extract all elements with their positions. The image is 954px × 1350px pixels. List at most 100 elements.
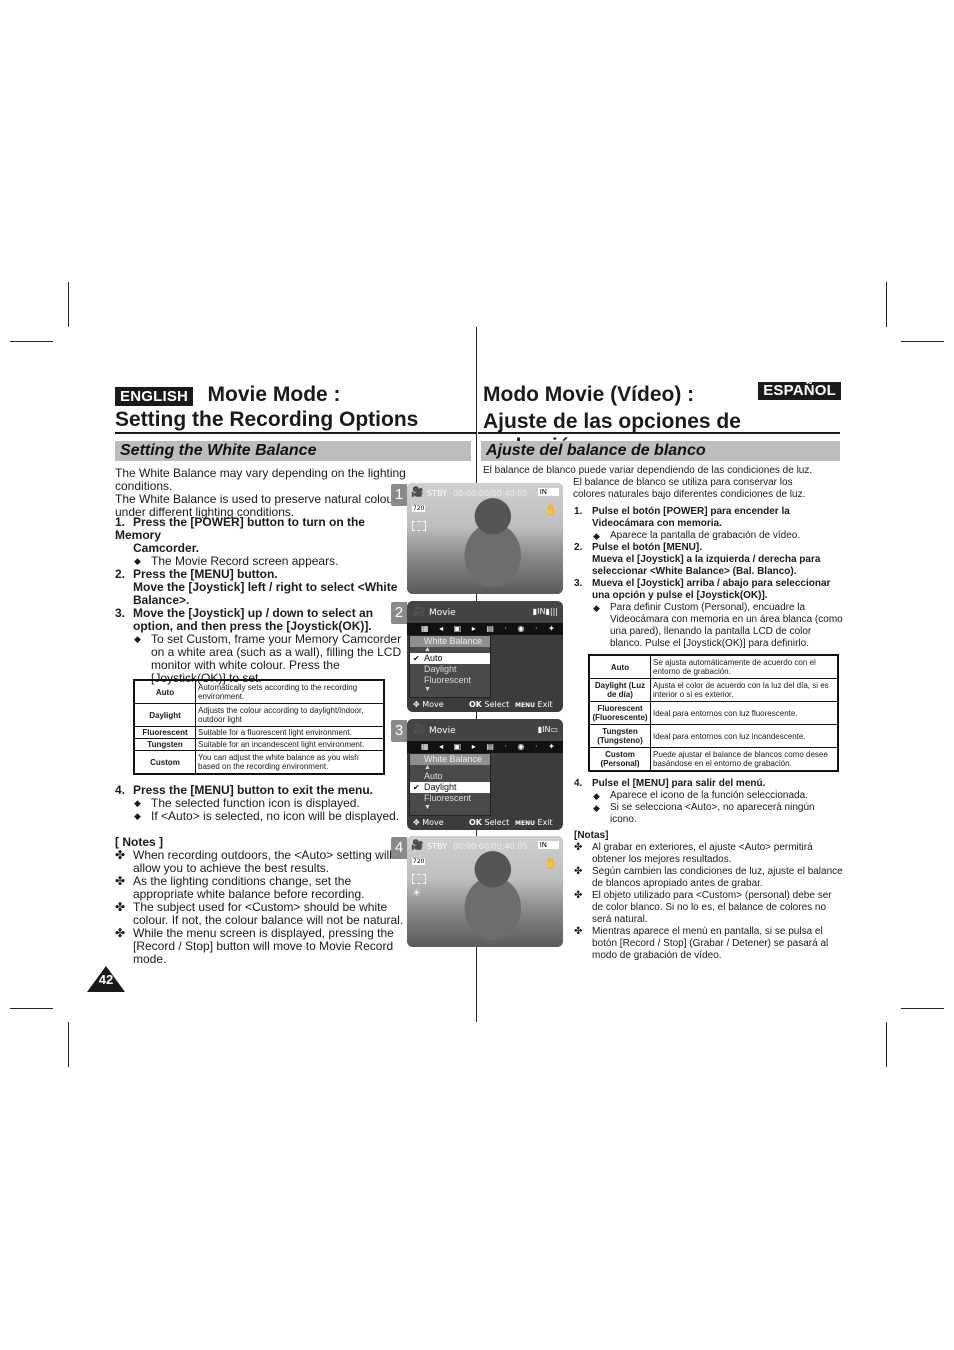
mode-label: Movie — [429, 608, 456, 618]
timecode: 00:00:00/00:40:05 — [453, 842, 528, 851]
menu-item-auto[interactable]: Auto — [410, 653, 490, 664]
step-bullet: Aparece la pantalla de grabación de víde… — [574, 530, 844, 542]
camcorder-icon: 🎥 — [411, 487, 424, 498]
crop-mark — [886, 282, 887, 327]
screen-1-record: 🎥 STBY 00:00:00/00:40:05 IN 720 ✋ — [407, 483, 563, 594]
crop-mark — [886, 1022, 887, 1067]
table-row: Fluorescent Suitable for a fluorescent li… — [133, 726, 385, 739]
spanish-notes: [Notas] Al grabar en exteriores, el ajus… — [574, 830, 844, 962]
note-item: When recording outdoors, the <Auto> sett… — [115, 849, 407, 875]
screen-2-number: 2 — [391, 602, 407, 624]
spanish-language-badge: ESPAÑOL — [758, 382, 841, 400]
note-item: Mientras aparece el menú en pantalla, si… — [574, 926, 844, 962]
english-title-line2: Setting the Recording Options — [115, 408, 419, 431]
status-label: STBY — [427, 842, 447, 851]
hand-shake-icon: ✋ — [544, 505, 557, 516]
menu-item-daylight[interactable]: Daylight — [410, 664, 490, 675]
camera-preview-image — [407, 483, 563, 594]
table-row: Custom (Personal) Puede ajustar el balanc… — [588, 747, 839, 772]
crop-mark — [10, 341, 53, 342]
step-bullet: Para definir Custom (Personal), encuadre… — [574, 602, 844, 650]
camera-preview-image — [407, 836, 563, 947]
step-bullet: To set Custom, frame your Memory Camcord… — [115, 633, 407, 685]
step-1: 1. Press the [POWER] button to turn on th… — [115, 515, 365, 542]
exit-hint: MENU Exit — [515, 818, 553, 827]
english-step-4: 4. Press the [MENU] button to exit the me… — [115, 784, 407, 824]
camcorder-icon: 🎥 — [413, 606, 426, 617]
crop-mark — [10, 1008, 53, 1009]
battery-memory-icon: ▮IN▭ — [537, 725, 558, 734]
scroll-down-icon[interactable]: ▼ — [410, 686, 490, 693]
spanish-white-balance-table: Auto Se ajusta automáticamente de acuerdo… — [588, 654, 839, 772]
crop-mark — [68, 282, 69, 327]
table-row: Daylight Adjusts the colour according to … — [133, 703, 385, 727]
move-hint: ✥ Move — [413, 818, 444, 827]
camcorder-icon: 🎥 — [411, 840, 424, 851]
screen-2-menu: 🎥 Movie ▮IN▮||| ▦ ◂ ▣ ▸ ▤ · ◉ · ✦ · · Wh… — [407, 601, 563, 712]
table-row: Fluorescent (Fluorescente) Ideal para ent… — [588, 701, 839, 725]
menu-header: White Balance — [410, 636, 490, 647]
note-item: Al grabar en exteriores, el ajuste <Auto… — [574, 842, 844, 866]
menu-item-fluorescent[interactable]: Fluorescent — [410, 675, 490, 686]
screen-4-record: 🎥 STBY 00:00:00/00:40:05 IN 720 ☀ ✋ — [407, 836, 563, 947]
english-language-badge: ENGLISH — [115, 387, 194, 406]
step-2: 2. Pulse el botón [MENU]. — [574, 542, 702, 553]
exit-hint: MENU Exit — [515, 700, 553, 709]
720-quality-icon: 720 — [412, 858, 426, 865]
crop-mark — [901, 341, 944, 342]
english-steps: 1. Press the [POWER] button to turn on th… — [115, 516, 407, 685]
step-1: 1. Pulse el botón [POWER] para encender l… — [574, 506, 790, 517]
page-number: 42 — [98, 972, 114, 987]
english-white-balance-table: Auto Automatically sets according to the … — [133, 679, 385, 775]
white-balance-menu: White Balance ▲ Auto Daylight Fluorescen… — [409, 753, 491, 816]
select-hint: OK Select — [469, 700, 510, 709]
table-row: Daylight (Luz de día) Ajusta el color de … — [588, 678, 839, 702]
english-section-title: Setting the White Balance — [115, 441, 471, 461]
note-item: The subject used for <Custom> should be … — [115, 901, 407, 927]
note-item: While the menu screen is displayed, pres… — [115, 927, 407, 966]
english-title-rule — [115, 432, 476, 434]
screen-3-number: 3 — [391, 720, 407, 742]
menu-tab-bar[interactable]: ▦ ◂ ▣ ▸ ▤ · ◉ · ✦ · · — [407, 741, 563, 760]
english-title-line1: Movie Mode : — [207, 383, 341, 406]
step-bullet: Si se selecciona <Auto>, no aparecerá ni… — [574, 802, 844, 826]
spanish-step-4: 4.Pulse el [MENU] para salir del menú. A… — [574, 778, 844, 826]
battery-memory-icon: ▮IN▮||| — [532, 607, 558, 616]
intro-line: El balance de blanco puede variar depend… — [483, 465, 813, 476]
battery-memory-icon: IN — [537, 841, 559, 849]
table-row: Auto Se ajusta automáticamente de acuerdo… — [588, 654, 839, 679]
menu-item-fluorescent[interactable]: Fluorescent — [410, 793, 490, 804]
quality-icon — [412, 521, 426, 531]
menu-header: White Balance — [410, 754, 490, 765]
table-row: Auto Automatically sets according to the … — [133, 679, 385, 704]
scroll-down-icon[interactable]: ▼ — [410, 804, 490, 811]
table-row: Tungsten Suitable for an incandescent lig… — [133, 738, 385, 751]
timecode: 00:00:00/00:40:05 — [453, 489, 528, 498]
screen-1-number: 1 — [391, 484, 407, 506]
english-header: ENGLISH Movie Mode : Setting the Recordi… — [115, 382, 418, 432]
table-row: Tungsten (Tungsteno) Ideal para entornos … — [588, 724, 839, 748]
step-3: 3. Mueva el [Joystick] arriba / abajo par… — [574, 578, 831, 589]
screen-4-number: 4 — [391, 837, 407, 859]
menu-item-daylight[interactable]: Daylight — [410, 782, 490, 793]
crop-mark — [901, 1008, 944, 1009]
status-label: STBY — [427, 489, 447, 498]
select-hint: OK Select — [469, 818, 510, 827]
menu-tab-bar[interactable]: ▦ ◂ ▣ ▸ ▤ · ◉ · ✦ · · — [407, 623, 563, 642]
menu-item-auto[interactable]: Auto — [410, 771, 490, 782]
note-item: Según cambien las condiciones de luz, aj… — [574, 866, 844, 890]
spanish-section-title: Ajuste del balance de blanco — [481, 441, 840, 461]
note-item: As the lighting conditions change, set t… — [115, 875, 407, 901]
spanish-title-rule — [478, 432, 840, 434]
step-bullet: Aparece el icono de la función seleccion… — [574, 790, 844, 802]
720-quality-icon: 720 — [412, 505, 426, 512]
spanish-steps: 1. Pulse el botón [POWER] para encender l… — [574, 506, 844, 650]
spanish-title-line1: Modo Movie (Vídeo) : — [483, 383, 695, 406]
menu-footer: ✥ Move OK Select MENU Exit — [407, 698, 563, 712]
battery-memory-icon: IN — [537, 488, 559, 496]
step-bullet: The Movie Record screen appears. — [115, 555, 407, 569]
note-item: El objeto utilizado para <Custom> (perso… — [574, 890, 844, 926]
mode-label: Movie — [429, 726, 456, 736]
hand-shake-icon: ✋ — [544, 858, 557, 869]
english-notes: [ Notes ] When recording outdoors, the <… — [115, 836, 407, 966]
